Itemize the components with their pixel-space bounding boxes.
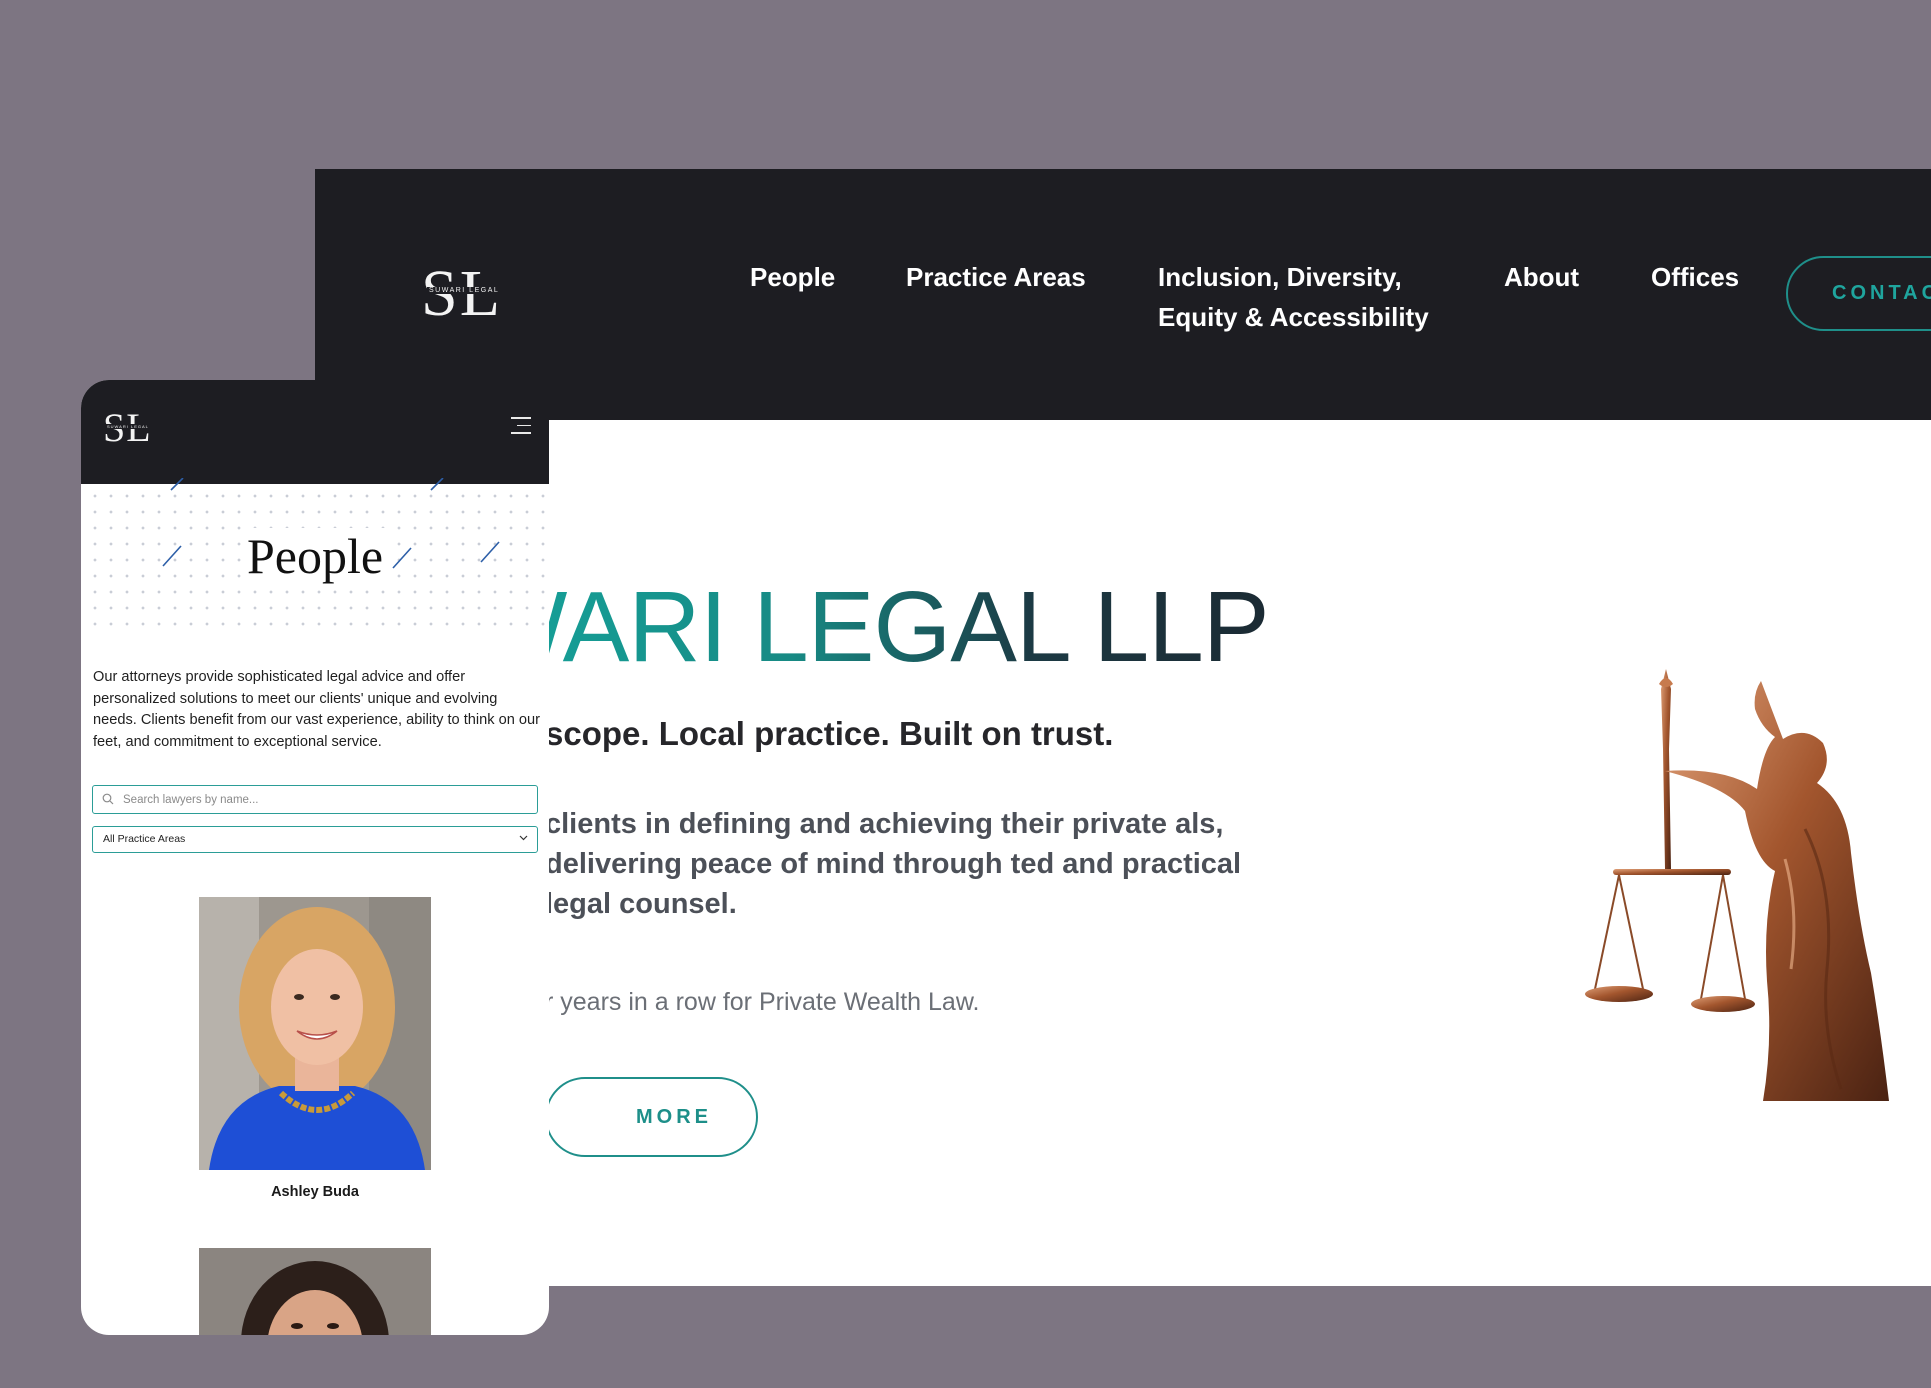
- scales-of-justice-statue: [1585, 669, 1889, 1101]
- hero-description: clients in defining and achieving their …: [545, 808, 1242, 920]
- site-logo[interactable]: SL SUWARI LEGAL: [421, 259, 521, 329]
- logo-monogram: SL: [421, 257, 503, 330]
- contact-button[interactable]: CONTAC: [1786, 256, 1931, 331]
- people-intro-text: Our attorneys provide sophisticated lega…: [93, 669, 540, 750]
- nav-item-people[interactable]: People: [750, 257, 835, 297]
- nav-item-practice-areas[interactable]: Practice Areas: [906, 257, 1086, 297]
- search-input[interactable]: [121, 788, 525, 812]
- hamburger-menu-icon[interactable]: [511, 417, 531, 439]
- slash-decoration: [430, 478, 444, 491]
- learn-more-button[interactable]: MORE: [545, 1077, 758, 1157]
- lawyer-search-field[interactable]: [92, 785, 538, 814]
- people-hero-banner: People: [81, 478, 549, 634]
- lawyer-photo[interactable]: [199, 1248, 431, 1335]
- nav-item-about[interactable]: About: [1504, 257, 1579, 297]
- practice-area-selected: All Practice Areas: [103, 833, 186, 845]
- search-icon: [102, 793, 114, 805]
- desktop-mockup: SL SUWARI LEGAL People Practice Areas In…: [315, 169, 1931, 1286]
- lawyer-photo[interactable]: [199, 897, 431, 1170]
- nav-item-inclusion[interactable]: Inclusion, Diversity, Equity & Accessibi…: [1158, 257, 1448, 337]
- practice-area-filter[interactable]: All Practice Areas: [92, 826, 538, 853]
- desktop-header: SL SUWARI LEGAL People Practice Areas In…: [315, 169, 1931, 420]
- nav-item-offices[interactable]: Offices: [1651, 257, 1739, 297]
- hero-title: WARI LEGAL LLP: [473, 567, 1270, 687]
- lawyer-name[interactable]: Ashley Buda: [81, 1184, 549, 1200]
- mobile-header: SL SUWARI LEGAL: [81, 380, 549, 484]
- page-title: People: [81, 526, 549, 586]
- chevron-down-icon: [519, 835, 528, 841]
- mobile-site-logo[interactable]: SL SUWARI LEGAL: [103, 406, 163, 450]
- mobile-mockup: SL SUWARI LEGAL People Our attorneys pro…: [81, 380, 549, 1335]
- logo-wordmark: SUWARI LEGAL: [427, 287, 502, 294]
- slash-decoration: [170, 478, 184, 491]
- lawyer-portrait-image: [199, 897, 431, 1170]
- hero-tagline: scope. Local practice. Built on trust.: [545, 715, 1114, 752]
- logo-wordmark: SUWARI LEGAL: [106, 424, 150, 429]
- hero-award-text: r years in a row for Private Wealth Law.: [545, 988, 980, 1016]
- lawyer-portrait-image: [199, 1248, 431, 1335]
